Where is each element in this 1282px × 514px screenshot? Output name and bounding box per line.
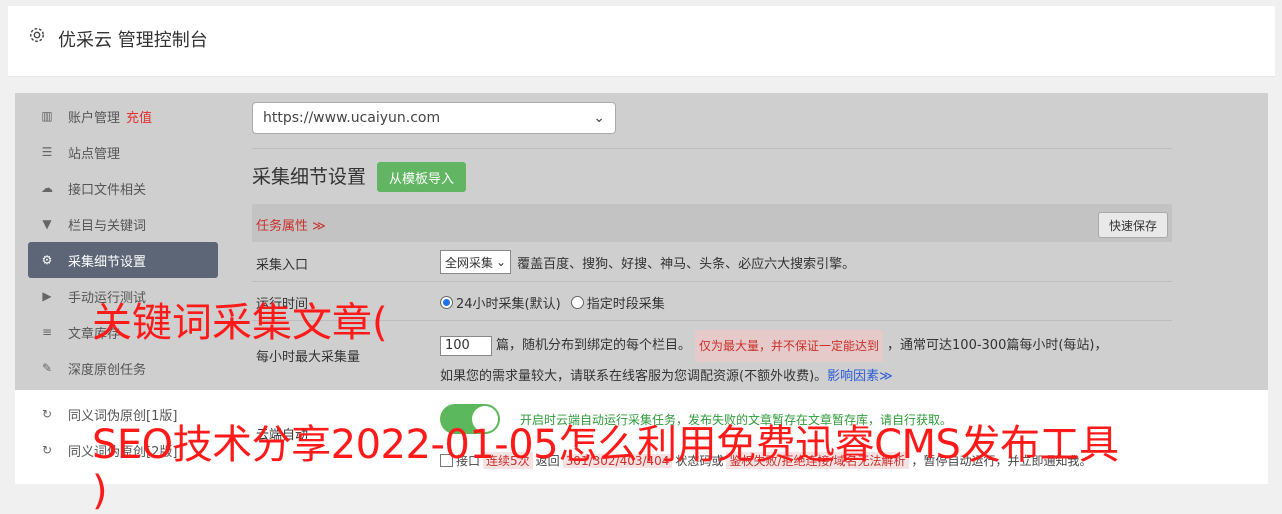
overlay-title-line3: ) xyxy=(92,468,108,514)
task-attributes-toggle[interactable]: 任务属性 ≫ xyxy=(256,215,326,234)
sidebar-item-label: 接口文件相关 xyxy=(68,182,147,198)
radio-24h-label: 24小时采集(默认) xyxy=(456,297,561,312)
recharge-link[interactable]: 充值 xyxy=(126,107,152,126)
row-label: 采集入口 xyxy=(256,258,309,273)
row-label: 每小时最大采集量 xyxy=(256,350,361,365)
import-template-button[interactable]: 从模板导入 xyxy=(377,162,467,192)
quick-save-button[interactable]: 快速保存 xyxy=(1097,212,1168,238)
sidebar-item-keywords[interactable]: ▼ 栏目与关键词 xyxy=(28,206,218,242)
task-attributes-bar: 任务属性 ≫ 快速保存 xyxy=(252,204,1172,242)
filter-icon: ▼ xyxy=(42,217,52,231)
sidebar-item-interface[interactable]: ☁ 接口文件相关 xyxy=(28,170,218,206)
sidebar-item-sites[interactable]: ☰ 站点管理 xyxy=(28,134,218,170)
max-per-hour-input[interactable]: 100 xyxy=(440,336,492,356)
entry-select[interactable]: 全网采集 ⌄ xyxy=(440,250,512,274)
site-select-value: https://www.ucaiyun.com xyxy=(263,110,441,126)
divider xyxy=(252,148,1172,149)
entry-desc: 覆盖百度、搜狗、好搜、神马、头条、必应六大搜索引擎。 xyxy=(517,256,856,272)
sidebar-item-label: 栏目与关键词 xyxy=(68,218,147,234)
edit-icon: ✎ xyxy=(41,361,53,375)
gear-icon xyxy=(29,27,45,43)
bar-chart-icon: ▥ xyxy=(41,109,53,123)
sidebar-item-collect-settings[interactable]: ⚙ 采集细节设置 xyxy=(28,242,218,278)
chevron-down-icon: ⌄ xyxy=(496,255,507,269)
sidebar-item-label: 深度原创任务 xyxy=(68,362,147,378)
chevron-down-icon: ⌄ xyxy=(593,110,605,126)
play-icon: ▶ xyxy=(42,289,52,303)
server-icon: ☰ xyxy=(41,145,53,159)
sidebar-item-label: 账户管理 xyxy=(68,110,121,126)
max-desc1: 篇，随机分布到绑定的每个栏目。 xyxy=(496,338,692,353)
refresh-icon: ↻ xyxy=(41,443,53,457)
max-desc2: ，通常可达100-300篇每小时(每站)， xyxy=(887,338,1108,353)
page-title: 优采云 管理控制台 xyxy=(58,30,208,51)
gears-icon: ⚙ xyxy=(41,253,53,267)
console-header: 优采云 管理控制台 xyxy=(8,6,1275,77)
overlay-title-line1: 关键词采集文章( xyxy=(92,300,388,346)
entry-select-value: 全网采集 xyxy=(445,255,494,270)
section-title: 采集细节设置 xyxy=(252,166,367,188)
radio-period-label: 指定时段采集 xyxy=(586,297,665,312)
row-max: 每小时最大采集量 100 篇，随机分布到绑定的每个栏目。 仅为最大量，并不保证一… xyxy=(252,321,1172,389)
sidebar-item-account[interactable]: ▥ 账户管理 充值 xyxy=(28,98,218,134)
database-icon: ≡ xyxy=(41,325,53,339)
radio-24h[interactable] xyxy=(440,296,453,309)
row-time: 运行时间 24小时采集(默认) 指定时段采集 xyxy=(252,282,1172,321)
sidebar-item-deep-original[interactable]: ✎ 深度原创任务 xyxy=(28,350,218,386)
max-desc3: 如果您的需求量较大，请联系在线客服为您调配资源(不额外收费)。 xyxy=(440,369,828,384)
radio-period[interactable] xyxy=(570,296,584,309)
factors-link[interactable]: 影响因素≫ xyxy=(827,362,893,392)
overlay-title-line2: SEO技术分享2022-01-05怎么利用免费迅睿CMS发布工具 xyxy=(92,422,1119,468)
cloud-upload-icon: ☁ xyxy=(41,181,53,195)
refresh-icon: ↻ xyxy=(41,407,53,421)
sidebar-item-label: 站点管理 xyxy=(68,146,121,162)
max-tag: 仅为最大量，并不保证一定能达到 xyxy=(695,330,884,362)
site-select[interactable]: https://www.ucaiyun.com ⌄ xyxy=(252,102,616,134)
row-entry: 采集入口 全网采集 ⌄ 覆盖百度、搜狗、好搜、神马、头条、必应六大搜索引擎。 xyxy=(252,242,1172,282)
sidebar-item-label: 采集细节设置 xyxy=(68,254,147,270)
